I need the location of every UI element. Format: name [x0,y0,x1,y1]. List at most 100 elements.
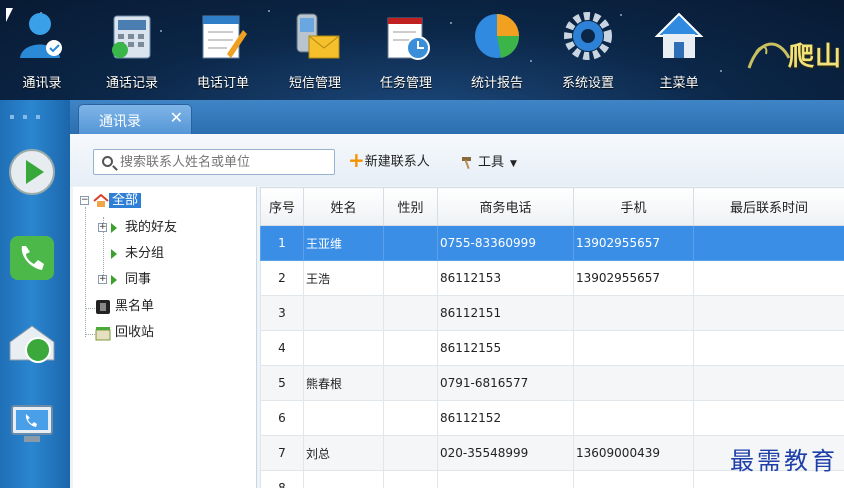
cell-last-contact [693,225,844,261]
rail-play-button[interactable] [8,148,56,196]
computer-phone-icon [11,405,53,442]
envelope-globe-icon [9,325,55,363]
cell-index: 5 [260,365,304,401]
cell-gender [383,260,438,296]
tree-node-recycle[interactable]: 回收站 [95,323,154,343]
cell-name: 王亚维 [303,225,384,261]
cell-name [303,330,384,366]
cell-last-contact [693,295,844,331]
main-panel: 通讯录 ✕ +新建联系人 工具▼ − 全部 + 我的好友 未分组 [70,100,844,488]
new-contact-button[interactable]: +新建联系人 [348,150,430,172]
toolbar-main-menu[interactable]: 主菜单 [639,8,719,96]
cell-mobile [573,330,694,366]
cell-index: 7 [260,435,304,471]
toolbar-phone-order[interactable]: 电话订单 [183,8,263,96]
cell-last-contact [693,365,844,401]
call-log-icon [106,10,158,62]
tree-node-friends[interactable]: + 我的好友 [98,218,177,238]
close-icon[interactable]: ✕ [170,108,183,127]
table-row[interactable]: 4 86112155 [260,330,844,366]
column-header-mobile[interactable]: 手机 [573,187,694,226]
cell-gender [383,330,438,366]
tree-node-recycle-label: 回收站 [115,325,155,340]
contacts-icon [16,10,68,62]
tab-contacts[interactable]: 通讯录 ✕ [78,104,192,134]
tree-node-blacklist[interactable]: 黑名单 [95,297,154,317]
tree-node-ungrouped[interactable]: 未分组 [98,244,164,264]
sms-icon [289,10,341,62]
toolbar-stats[interactable]: 统计报告 [457,8,537,96]
top-toolbar: 通讯录 通话记录 电话订单 短信管理 任务管理 统计报告 系统设置 主菜单 爬山 [0,0,844,100]
table-row[interactable]: 1 王亚维 0755-83360999 13902955657 [260,225,844,261]
table-row[interactable]: 6 86112152 [260,400,844,436]
cell-mobile [573,295,694,331]
expand-icon[interactable]: + [98,223,107,232]
search-box[interactable] [93,149,335,175]
toolbar-sms-label: 短信管理 [288,76,341,91]
collapse-icon[interactable]: − [80,196,89,205]
cell-work-phone: 86112151 [437,295,574,331]
settings-icon [562,10,614,62]
toolbar-contacts[interactable]: 通讯录 [2,8,82,96]
cell-index: 4 [260,330,304,366]
blacklist-icon [96,299,110,314]
stats-icon [471,10,523,62]
tree-node-colleagues-label: 同事 [125,272,152,287]
column-header-gender[interactable]: 性别 [383,187,438,226]
left-rail [0,100,70,488]
cell-mobile: 13609000439 [573,435,694,471]
table-row[interactable]: 5 熊春根 0791-6816577 [260,365,844,401]
tools-menu-button[interactable]: 工具 ▼ [460,151,517,173]
column-header-name[interactable]: 姓名 [303,187,384,226]
cell-name: 熊春根 [303,365,384,401]
tab-strip: 通讯录 ✕ [70,100,844,134]
cell-name [303,400,384,436]
tree-node-ungrouped-label: 未分组 [125,246,165,261]
search-toolbar: +新建联系人 工具 ▼ [70,134,844,186]
column-header-work-phone[interactable]: 商务电话 [437,187,574,226]
cell-work-phone: 86112153 [437,260,574,296]
rail-mail-button[interactable] [8,320,56,368]
cell-work-phone [437,470,574,488]
toolbar-task[interactable]: 任务管理 [366,8,446,96]
cell-gender [383,470,438,488]
play-icon [9,149,55,195]
cell-index: 6 [260,400,304,436]
watermark: 最需教育 [730,447,838,475]
brand-logo: 爬山 [744,28,844,78]
cell-gender [383,435,438,471]
cell-name: 刘总 [303,435,384,471]
rail-phone-button[interactable] [8,234,56,282]
star-decoration [450,22,452,24]
toolbar-call-log[interactable]: 通话记录 [92,8,172,96]
cell-mobile: 13902955657 [573,260,694,296]
tree-node-friends-label: 我的好友 [125,220,178,235]
cell-name [303,295,384,331]
toolbar-phone-order-label: 电话订单 [196,76,249,91]
cell-gender [383,295,438,331]
tree-node-all-label: 全部 [109,193,142,208]
column-header-index[interactable]: 序号 [260,187,304,226]
cell-work-phone: 0791-6816577 [437,365,574,401]
cell-mobile [573,470,694,488]
cell-work-phone: 0755-83360999 [437,225,574,261]
expand-icon[interactable]: + [98,275,107,284]
phone-icon [10,236,54,280]
toolbar-settings[interactable]: 系统设置 [548,8,628,96]
toolbar-call-log-label: 通话记录 [105,76,158,91]
table-row[interactable]: 3 86112151 [260,295,844,331]
cell-mobile: 13902955657 [573,225,694,261]
tree-node-colleagues[interactable]: + 同事 [98,270,151,290]
search-input[interactable] [120,152,330,172]
toolbar-stats-label: 统计报告 [470,76,523,91]
column-header-last-contact[interactable]: 最后联系时间 [693,187,844,226]
toolbar-sms[interactable]: 短信管理 [275,8,355,96]
toolbar-task-label: 任务管理 [379,76,432,91]
recycle-bin-icon [95,326,111,340]
cell-gender [383,365,438,401]
table-row[interactable]: 2 王浩 86112153 13902955657 [260,260,844,296]
toolbar-main-menu-label: 主菜单 [659,76,699,91]
rail-computer-button[interactable] [8,400,56,448]
tree-node-all[interactable]: − 全部 [80,191,142,211]
cell-mobile [573,400,694,436]
